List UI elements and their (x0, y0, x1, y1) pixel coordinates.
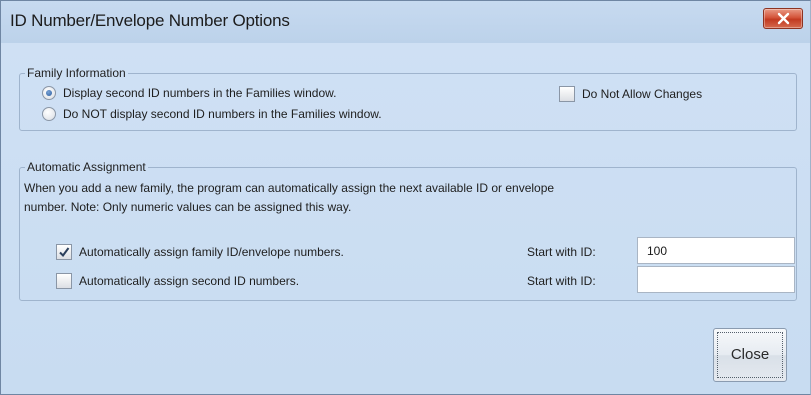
assignment-description-line-2: number. Note: Only numeric values can be… (24, 200, 352, 214)
not-display-second-id-radio[interactable] (42, 107, 56, 121)
family-id-start-input[interactable]: 100 (637, 237, 795, 264)
assignment-description-line-1: When you add a new family, the program c… (24, 181, 555, 195)
window-title: ID Number/Envelope Number Options (10, 11, 290, 30)
display-second-id-radio[interactable] (42, 86, 56, 100)
automatic-assignment-legend: Automatic Assignment (27, 160, 146, 174)
family-information-legend: Family Information (27, 66, 126, 80)
not-display-second-id-label: Do NOT display second ID numbers in the … (63, 107, 382, 121)
second-id-start-label: Start with ID: (527, 274, 596, 288)
do-not-allow-changes-checkbox[interactable] (559, 86, 575, 102)
title-bar[interactable]: ID Number/Envelope Number Options (1, 1, 810, 43)
close-icon (777, 12, 790, 25)
second-id-start-input[interactable] (637, 266, 795, 293)
checkmark-icon (59, 247, 70, 258)
family-id-start-label: Start with ID: (527, 245, 596, 259)
close-button[interactable]: Close (713, 328, 787, 382)
assign-family-id-label: Automatically assign family ID/envelope … (79, 245, 344, 259)
options-dialog: ID Number/Envelope Number Options Family… (0, 0, 811, 395)
do-not-allow-changes-label: Do Not Allow Changes (582, 87, 703, 101)
display-second-id-label: Display second ID numbers in the Familie… (63, 86, 337, 100)
window-close-button[interactable] (763, 8, 803, 29)
assign-second-id-label: Automatically assign second ID numbers. (79, 274, 300, 288)
dialog-body: Family Information Display second ID num… (1, 43, 810, 394)
assign-family-id-checkbox[interactable] (56, 244, 72, 260)
assign-second-id-checkbox[interactable] (56, 273, 72, 289)
